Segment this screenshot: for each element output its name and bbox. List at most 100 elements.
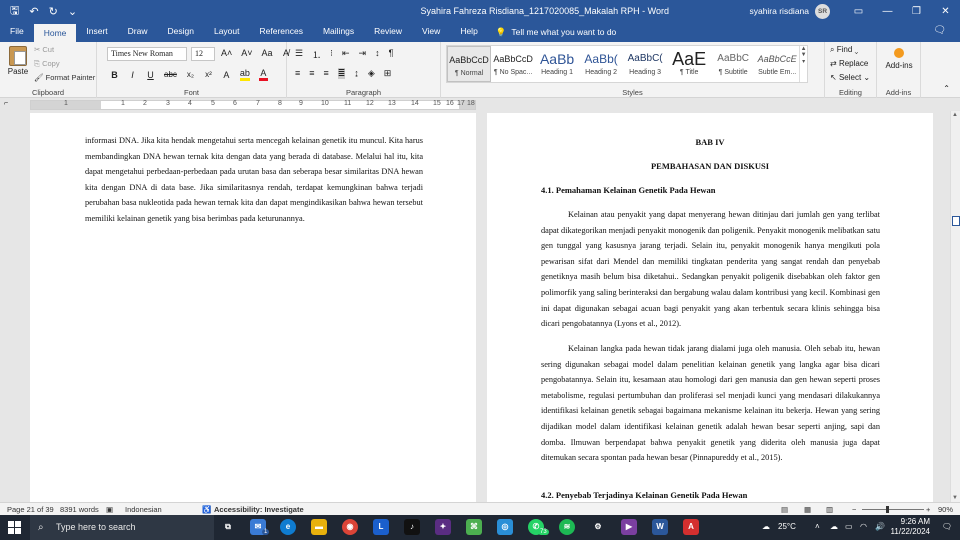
read-mode-icon[interactable]: ▤ bbox=[781, 505, 788, 514]
bold-icon[interactable]: B bbox=[110, 70, 119, 80]
cloud-icon[interactable]: ☁ bbox=[830, 522, 838, 531]
style-normal[interactable]: AaBbCcD ¶ Normal bbox=[447, 46, 492, 82]
show-marks-icon[interactable]: ¶ bbox=[389, 48, 394, 61]
tab-view[interactable]: View bbox=[412, 22, 450, 42]
style-title[interactable]: AaE ¶ Title bbox=[667, 46, 711, 82]
page-left[interactable]: informasi DNA. Jika kita hendak mengetah… bbox=[30, 113, 476, 502]
zoom-in-icon[interactable]: + bbox=[926, 505, 930, 514]
format-painter-button[interactable]: 🖌 Format Painter bbox=[34, 73, 95, 82]
app-icon[interactable]: ✦ bbox=[435, 519, 451, 535]
minimize-icon[interactable]: — bbox=[873, 6, 902, 17]
language-indicator[interactable]: Indonesian bbox=[125, 505, 162, 514]
settings-icon[interactable]: ⚙ bbox=[590, 519, 606, 535]
shading-icon[interactable]: ◈ bbox=[368, 68, 375, 79]
style-heading-1[interactable]: AaBb Heading 1 bbox=[535, 46, 579, 82]
font-size-dropdown[interactable]: 12 bbox=[191, 47, 215, 61]
tab-home[interactable]: Home bbox=[33, 24, 77, 42]
scroll-up-icon[interactable]: ▲ bbox=[952, 112, 958, 118]
body-paragraph[interactable]: informasi DNA. Jika kita hendak mengetah… bbox=[85, 133, 423, 227]
tab-draw[interactable]: Draw bbox=[118, 22, 158, 42]
task-view-icon[interactable]: ⧉ bbox=[220, 519, 236, 535]
strikethrough-icon[interactable]: abc bbox=[164, 70, 177, 79]
page-count[interactable]: Page 21 of 39 bbox=[7, 505, 54, 514]
borders-icon[interactable]: ⊞ bbox=[384, 68, 392, 79]
zoom-slider-thumb[interactable] bbox=[886, 506, 889, 513]
line-spacing-icon[interactable]: ↨ bbox=[354, 68, 359, 79]
edge-icon[interactable]: e bbox=[280, 519, 296, 535]
spotify-icon[interactable]: ≋ bbox=[559, 519, 575, 535]
font-name-dropdown[interactable]: Times New Roman bbox=[107, 47, 187, 61]
section-heading-2[interactable]: 4.2. Penyebab Terjadinya Kelainan Geneti… bbox=[541, 490, 747, 500]
style-subtitle[interactable]: AaBbC ¶ Subtitle bbox=[711, 46, 755, 82]
zoom-out-icon[interactable]: − bbox=[852, 505, 856, 514]
tab-selector-icon[interactable]: ⌐ bbox=[4, 100, 8, 107]
comments-icon[interactable]: 🗨 bbox=[933, 25, 946, 36]
weather-icon[interactable]: ☁ bbox=[762, 522, 770, 531]
web-layout-icon[interactable]: ▥ bbox=[826, 505, 833, 514]
shrink-font-icon[interactable]: A˅ bbox=[241, 48, 252, 58]
select-button[interactable]: ↖ Select ⌄ bbox=[830, 73, 870, 82]
chrome-icon[interactable]: ◉ bbox=[342, 519, 358, 535]
tab-review[interactable]: Review bbox=[364, 22, 412, 42]
notifications-icon[interactable]: 🗨 bbox=[942, 522, 952, 531]
show-hidden-icons[interactable]: ˄ bbox=[815, 522, 820, 531]
align-center-icon[interactable]: ≡ bbox=[309, 68, 314, 79]
multilevel-list-icon[interactable]: ⁝ bbox=[330, 48, 333, 61]
ribbon-display-icon[interactable]: ▭ bbox=[844, 6, 873, 17]
body-paragraph-2[interactable]: Kelainan langka pada hewan tidak jarang … bbox=[541, 341, 880, 466]
justify-icon[interactable]: ≣ bbox=[337, 68, 346, 79]
proofing-icon[interactable]: ▣ bbox=[106, 505, 113, 514]
replace-button[interactable]: ⇄ Replace bbox=[830, 59, 868, 68]
paste-button[interactable]: Paste bbox=[6, 46, 30, 76]
style-heading-3[interactable]: AaBbC( Heading 3 bbox=[623, 46, 667, 82]
tell-me-search[interactable]: 💡 Tell me what you want to do bbox=[496, 22, 616, 42]
lightroom-icon[interactable]: L bbox=[373, 519, 389, 535]
tab-design[interactable]: Design bbox=[158, 22, 204, 42]
highlight-icon[interactable]: ab bbox=[239, 68, 250, 81]
windows-start-icon[interactable] bbox=[8, 521, 21, 534]
chapter-heading[interactable]: BAB IV bbox=[487, 137, 933, 147]
customize-qa-icon[interactable]: ⌄ bbox=[68, 5, 77, 18]
tiktok-icon[interactable]: ♪ bbox=[404, 519, 420, 535]
volume-icon[interactable]: 🔊 bbox=[875, 522, 885, 531]
zoom-app-icon[interactable]: ◎ bbox=[497, 519, 513, 535]
accessibility-status[interactable]: Accessibility: Investigate bbox=[214, 505, 304, 514]
zoom-level[interactable]: 90% bbox=[938, 505, 953, 514]
font-color-icon[interactable]: A bbox=[258, 68, 268, 81]
style-subtle-emphasis[interactable]: AaBbCcE Subtle Em... bbox=[755, 46, 799, 82]
style-no-spacing[interactable]: AaBbCcD ¶ No Spac... bbox=[491, 46, 535, 82]
avatar[interactable]: SR bbox=[815, 3, 830, 19]
italic-icon[interactable]: I bbox=[128, 70, 137, 80]
page-right[interactable]: BAB IV PEMBAHASAN DAN DISKUSI 4.1. Pemah… bbox=[487, 113, 933, 502]
underline-icon[interactable]: U bbox=[146, 70, 155, 80]
taskbar-search[interactable]: ⌕ Type here to search bbox=[30, 515, 214, 540]
temperature[interactable]: 25°C bbox=[778, 522, 796, 531]
tab-help[interactable]: Help bbox=[450, 22, 487, 42]
ruler-bar[interactable]: 1 1 2 3 4 5 6 7 8 9 10 11 12 13 14 15 16… bbox=[30, 100, 476, 110]
section-heading-1[interactable]: 4.1. Pemahaman Kelainan Genetik Pada Hew… bbox=[541, 185, 716, 195]
cut-button[interactable]: ✂ Cut bbox=[34, 45, 54, 54]
user-account[interactable]: syahira risdiana SR bbox=[749, 3, 830, 19]
increase-indent-icon[interactable]: ⇥ bbox=[359, 48, 367, 61]
game-icon[interactable]: ⌘ bbox=[466, 519, 482, 535]
print-layout-icon[interactable]: ▦ bbox=[804, 505, 811, 514]
word-count[interactable]: 8391 words bbox=[60, 505, 99, 514]
body-paragraph-1[interactable]: Kelainan atau penyakit yang dapat menyer… bbox=[541, 207, 880, 332]
grow-font-icon[interactable]: A˄ bbox=[221, 48, 232, 58]
styles-more-icon[interactable]: ▲ ▼ ▾ bbox=[799, 46, 807, 82]
collapse-ribbon-icon[interactable]: ⌃ bbox=[943, 84, 950, 93]
superscript-icon[interactable]: x² bbox=[204, 70, 213, 79]
find-button[interactable]: ⌕ Find ⌄ bbox=[830, 45, 858, 55]
numbering-icon[interactable]: ⒈ bbox=[312, 48, 321, 61]
save-icon[interactable]: 🖫 bbox=[10, 2, 19, 21]
style-heading-2[interactable]: AaBb( Heading 2 bbox=[579, 46, 623, 82]
addins-button[interactable]: Add-ins bbox=[882, 46, 916, 70]
align-left-icon[interactable]: ≡ bbox=[295, 68, 300, 79]
tab-mailings[interactable]: Mailings bbox=[313, 22, 364, 42]
word-icon[interactable]: W bbox=[652, 519, 668, 535]
zoom-slider[interactable] bbox=[862, 509, 924, 510]
tab-references[interactable]: References bbox=[250, 22, 313, 42]
vertical-scrollbar[interactable]: ▲ ▼ bbox=[950, 111, 960, 502]
file-explorer-icon[interactable]: ▬ bbox=[311, 519, 327, 535]
bullets-icon[interactable]: ☰ bbox=[295, 48, 303, 61]
